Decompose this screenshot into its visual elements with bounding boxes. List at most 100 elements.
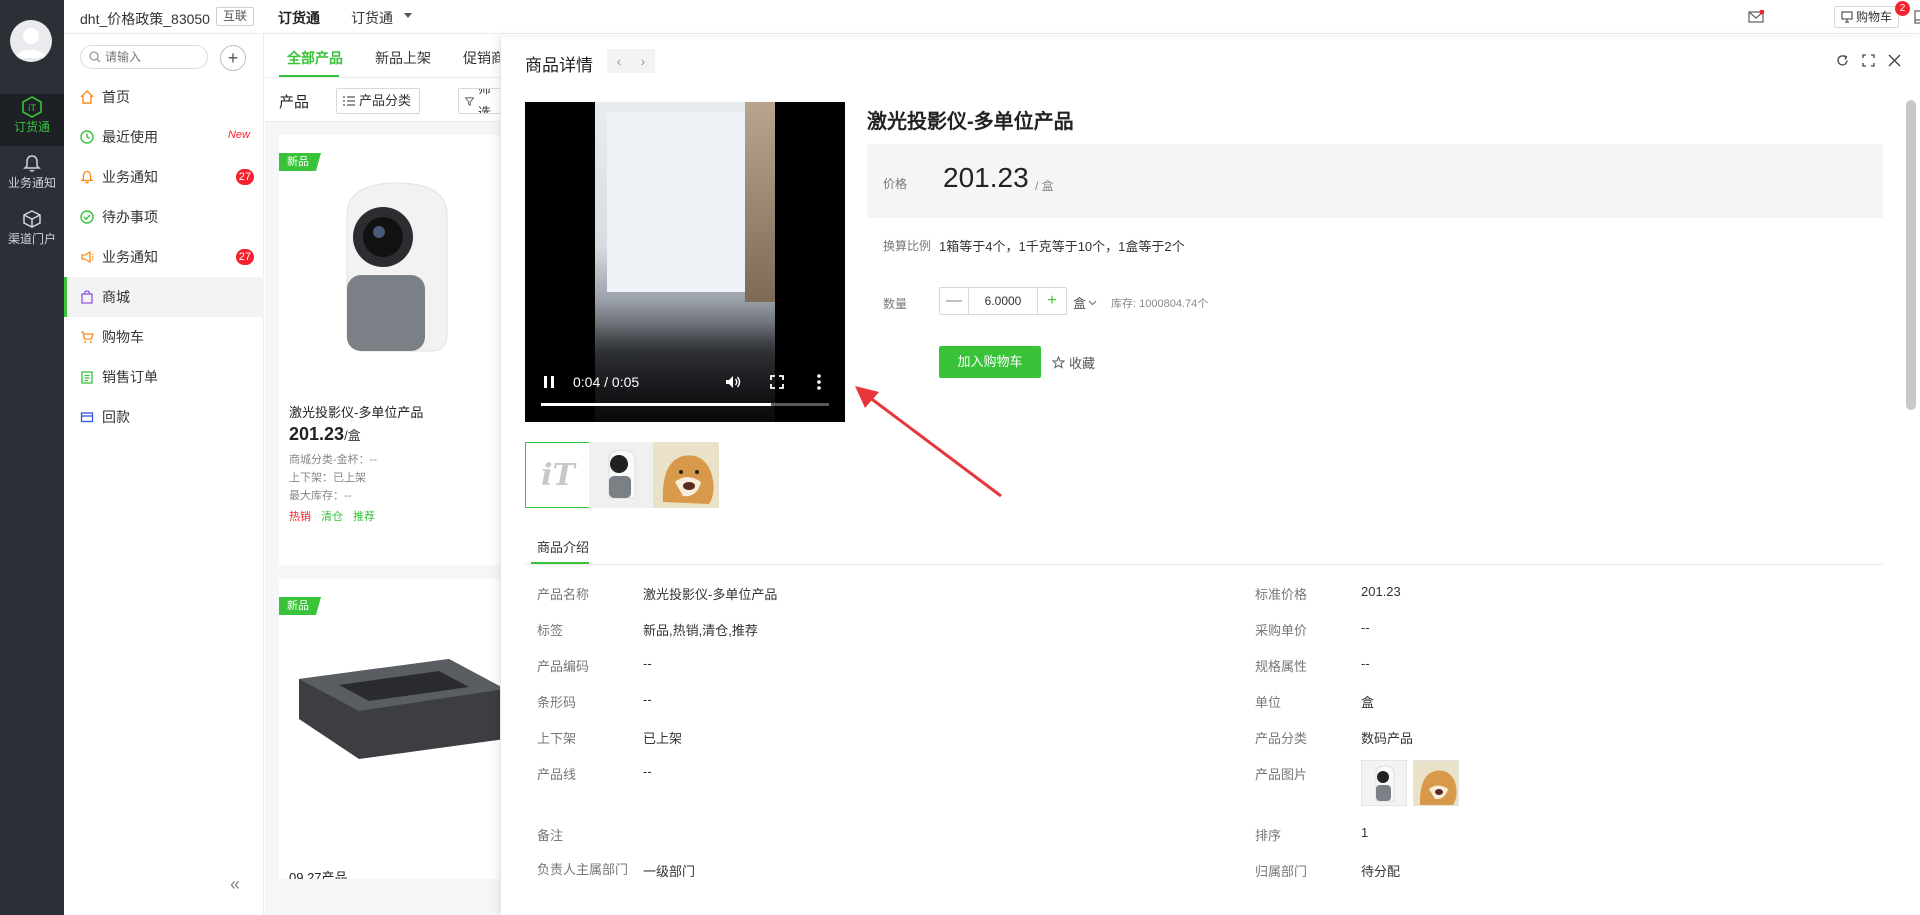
- sidebar-search[interactable]: [80, 45, 208, 69]
- sidebar-item-payment[interactable]: 回款: [64, 397, 264, 437]
- tab-promotions[interactable]: 促销商: [463, 48, 505, 68]
- projector-thumbnail-image: [1362, 761, 1406, 805]
- field-value: 盒: [1361, 695, 1375, 710]
- top-bar: dht_价格政策_83050 互联 订货通 订货通 购物车 2: [64, 0, 1920, 34]
- app-switcher[interactable]: 订货通: [351, 8, 393, 28]
- mail-icon[interactable]: [1746, 7, 1766, 27]
- field-label: 产品图片: [1255, 767, 1308, 782]
- field-label: 排序: [1255, 828, 1282, 843]
- decrement-button[interactable]: —: [940, 288, 968, 314]
- add-to-cart-button[interactable]: 加入购物车: [939, 346, 1041, 378]
- collapse-sidebar-icon[interactable]: «: [230, 874, 240, 895]
- shopping-bag-icon: [81, 290, 93, 304]
- cart-button-label: 购物车: [1856, 10, 1893, 24]
- video-progress-track[interactable]: [541, 403, 829, 406]
- field-label: 条形码: [537, 695, 577, 710]
- tab-new-arrivals[interactable]: 新品上架: [375, 48, 431, 68]
- bell-icon: [23, 155, 41, 172]
- unit-select[interactable]: 盒: [1073, 293, 1097, 312]
- more-vertical-icon[interactable]: [809, 372, 829, 392]
- projector-thumbnail-image: [589, 442, 655, 508]
- thumbnail-projector[interactable]: [589, 442, 655, 508]
- app-rail: iT 订货通 业务通知 渠道门户: [0, 0, 64, 915]
- caret-down-icon[interactable]: [404, 13, 412, 18]
- sidebar-item-recent[interactable]: 最近使用 New: [64, 117, 264, 157]
- product-meta: 商城分类-金杯：--: [289, 454, 377, 466]
- active-tab-indicator: [279, 75, 339, 77]
- prev-icon[interactable]: ‹: [607, 49, 631, 73]
- thumbnail-video[interactable]: iT: [525, 442, 591, 508]
- product-detail-panel: 商品详情 ‹ › 0:04 / 0:05 iT 激光投影仪-多单位产品 价格 2…: [500, 37, 1920, 915]
- sidebar-item-mall[interactable]: 商城: [64, 277, 264, 317]
- pause-icon[interactable]: [539, 372, 559, 392]
- next-icon[interactable]: ›: [631, 49, 655, 73]
- sidebar-item-label: 商城: [102, 289, 130, 305]
- product-card[interactable]: 新品 激光投影仪-多单位产品 201.23/盒 商城分类-金杯：-- 上下架：已…: [279, 135, 505, 565]
- product-list-area: 全部产品 新品上架 促销商 产品 产品分类 筛选 新品 激光投影仪-多单位产品 …: [265, 34, 508, 915]
- thumbnail-dog[interactable]: [653, 442, 719, 508]
- cart-button[interactable]: 购物车: [1834, 6, 1900, 28]
- sidebar-item-notice[interactable]: 业务通知 27: [64, 157, 264, 197]
- product-video[interactable]: 0:04 / 0:05: [525, 102, 845, 422]
- app-title: 订货通: [278, 10, 320, 26]
- tab-product-intro[interactable]: 商品介绍: [537, 537, 589, 556]
- product-tabs: 全部产品 新品上架 促销商: [265, 34, 505, 78]
- field-label: 产品分类: [1255, 731, 1308, 746]
- field-value: 1: [1361, 825, 1369, 840]
- window-icon[interactable]: [1912, 7, 1920, 27]
- product-name: 09.27产品: [289, 870, 348, 879]
- sidebar-item-label: 业务通知: [102, 249, 158, 265]
- product-price: 201.23/盒: [289, 424, 361, 445]
- sidebar: + 首页 最近使用 New 业务通知 27 待办事项 业务通知 27 商城 购物…: [64, 34, 264, 915]
- sidebar-item-todo[interactable]: 待办事项: [64, 197, 264, 237]
- field-label: 采购单价: [1255, 623, 1308, 638]
- volume-icon[interactable]: [723, 372, 743, 392]
- product-name: 激光投影仪-多单位产品: [289, 405, 424, 420]
- sidebar-item-notice-2[interactable]: 业务通知 27: [64, 237, 264, 277]
- rail-item-portal[interactable]: 渠道门户: [0, 206, 64, 258]
- increment-button[interactable]: +: [1038, 288, 1066, 314]
- ratio-label: 换算比例: [883, 239, 932, 253]
- new-tag: 新品: [279, 597, 321, 615]
- field-label: 负责人主属部门: [537, 862, 629, 877]
- field-label: 产品编码: [537, 659, 590, 674]
- price-unit: / 盒: [1035, 179, 1054, 193]
- category-button[interactable]: 产品分类: [336, 88, 421, 114]
- close-icon[interactable]: [1885, 51, 1903, 69]
- sidebar-item-cart[interactable]: 购物车: [64, 317, 264, 357]
- sidebar-item-label: 回款: [102, 409, 130, 425]
- field-value: 已上架: [643, 731, 683, 746]
- product-image: [346, 182, 448, 352]
- product-image-thumb[interactable]: [1413, 760, 1459, 806]
- sidebar-item-orders[interactable]: 销售订单: [64, 357, 264, 397]
- bell-icon: [80, 170, 94, 184]
- avatar[interactable]: [10, 20, 52, 62]
- rail-item-label: 订货通: [13, 120, 50, 134]
- megaphone-icon: [81, 250, 94, 264]
- refresh-icon[interactable]: [1833, 51, 1851, 69]
- product-card[interactable]: 新品 09.27产品: [279, 579, 505, 879]
- scrollbar[interactable]: [1906, 100, 1916, 410]
- quantity-stepper[interactable]: — +: [939, 287, 1067, 315]
- sidebar-item-label: 待办事项: [102, 209, 158, 225]
- rail-item-dinghuotong[interactable]: iT 订货通: [0, 94, 64, 146]
- search-input[interactable]: [105, 50, 195, 64]
- cart-count-badge: 2: [1895, 1, 1910, 16]
- list-icon: [343, 96, 355, 106]
- sidebar-item-home[interactable]: 首页: [64, 77, 264, 117]
- quantity-input[interactable]: [968, 288, 1038, 314]
- sidebar-item-label: 购物车: [102, 329, 144, 345]
- new-tag: 新品: [279, 153, 321, 171]
- product-meta: 上下架：已上架: [289, 472, 366, 484]
- fullscreen-icon[interactable]: [767, 372, 787, 392]
- tag-hot: 热销: [289, 511, 311, 523]
- favorite-button[interactable]: 收藏: [1052, 353, 1095, 372]
- fullscreen-icon[interactable]: [1859, 51, 1877, 69]
- cube-icon: [23, 210, 41, 228]
- tab-all-products[interactable]: 全部产品: [287, 48, 343, 68]
- cart-icon: [81, 331, 94, 343]
- product-image-thumb[interactable]: [1361, 760, 1407, 806]
- add-button[interactable]: +: [220, 45, 246, 71]
- rail-item-notice[interactable]: 业务通知: [0, 150, 64, 202]
- sidebar-item-label: 业务通知: [102, 169, 158, 185]
